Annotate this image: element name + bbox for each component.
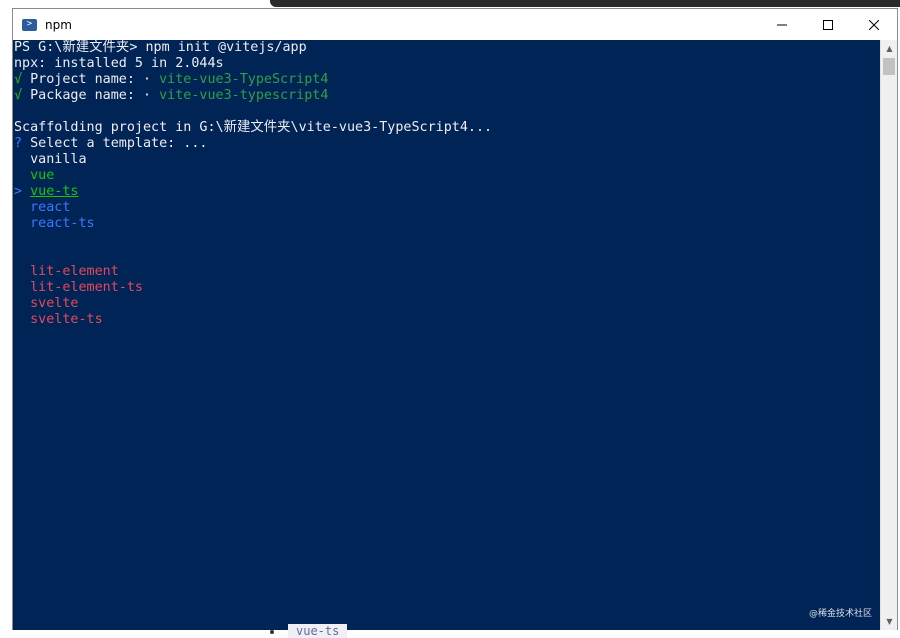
terminal-text: Project name: [30, 72, 143, 87]
terminal-line: svelte-ts [14, 312, 492, 328]
maximize-button[interactable] [805, 9, 851, 40]
terminal-text: lit-element [14, 264, 119, 279]
vertical-scrollbar[interactable]: ▲ ▼ [880, 40, 897, 630]
terminal-text: Select a template: ... [30, 136, 208, 151]
terminal-text: vue-ts [30, 184, 79, 199]
terminal-line: lit-element [14, 264, 492, 280]
terminal-line: √ Package name: · vite-vue3-typescript4 [14, 88, 492, 104]
terminal-line: ? Select a template: ... [14, 136, 492, 152]
terminal-line: > vue-ts [14, 184, 492, 200]
terminal-text: react [14, 200, 71, 215]
terminal-text: vite-vue3-typescript4 [159, 88, 329, 103]
terminal-text: react-ts [14, 216, 95, 231]
terminal-text: Scaffolding project in G:\新建文件夹\vite-vue… [14, 120, 493, 135]
terminal-text: ? [14, 136, 31, 151]
terminal-line: PS G:\新建文件夹> npm init @vitejs/app [14, 40, 492, 56]
terminal-line: vue [14, 168, 492, 184]
close-button[interactable] [851, 9, 897, 40]
terminal-text: PS G:\新建文件夹> npm init @vitejs/app [14, 40, 307, 55]
terminal-text: vite-vue3-TypeScript4 [159, 72, 329, 87]
title-bar[interactable]: > npm [13, 9, 897, 40]
minimize-icon [777, 24, 787, 25]
terminal-line: svelte [14, 296, 492, 312]
powershell-icon: > [22, 18, 37, 31]
terminal-text: npx: installed 5 in 2.044s [14, 56, 224, 71]
scroll-down-icon[interactable]: ▼ [881, 613, 898, 630]
scrollbar-thumb[interactable] [883, 58, 895, 75]
terminal-line: √ Project name: · vite-vue3-TypeScript4 [14, 72, 492, 88]
terminal-line: Scaffolding project in G:\新建文件夹\vite-vue… [14, 120, 492, 136]
terminal-text: · [143, 72, 160, 87]
terminal-text: lit-element-ts [14, 280, 143, 295]
terminal-text: √ [14, 72, 31, 87]
terminal-text: · [143, 88, 160, 103]
background-code-chip: vue-ts [288, 624, 348, 638]
maximize-icon [823, 19, 833, 30]
background-window-strip [270, 0, 900, 7]
window-controls [759, 9, 897, 40]
terminal-line: npx: installed 5 in 2.044s [14, 56, 492, 72]
terminal-window: > npm PS G:\新建文件夹> npm init @vitejs/app n… [12, 8, 898, 630]
background-list-item: vue-ts [270, 624, 348, 638]
terminal-line: react [14, 200, 492, 216]
terminal-line: react-ts [14, 216, 492, 232]
terminal-text: svelte-ts [14, 312, 103, 327]
terminal-text: √ [14, 88, 31, 103]
scroll-up-icon[interactable]: ▲ [881, 40, 898, 57]
terminal-line: lit-element-ts [14, 280, 492, 296]
bullet-icon [270, 629, 274, 634]
terminal-text: Package name: [30, 88, 143, 103]
terminal-text: > [14, 184, 31, 199]
terminal-output[interactable]: PS G:\新建文件夹> npm init @vitejs/app npx: in… [13, 40, 880, 630]
minimize-button[interactable] [759, 9, 805, 40]
close-icon [869, 19, 879, 30]
watermark: @稀金技术社区 [808, 609, 872, 619]
terminal-text: vue [14, 168, 55, 183]
terminal-text: svelte [14, 296, 79, 311]
terminal-lines: PS G:\新建文件夹> npm init @vitejs/app npx: in… [14, 40, 492, 328]
terminal-line: vanilla [14, 152, 492, 168]
window-title: npm [45, 17, 72, 32]
terminal-text: vanilla [14, 152, 87, 167]
